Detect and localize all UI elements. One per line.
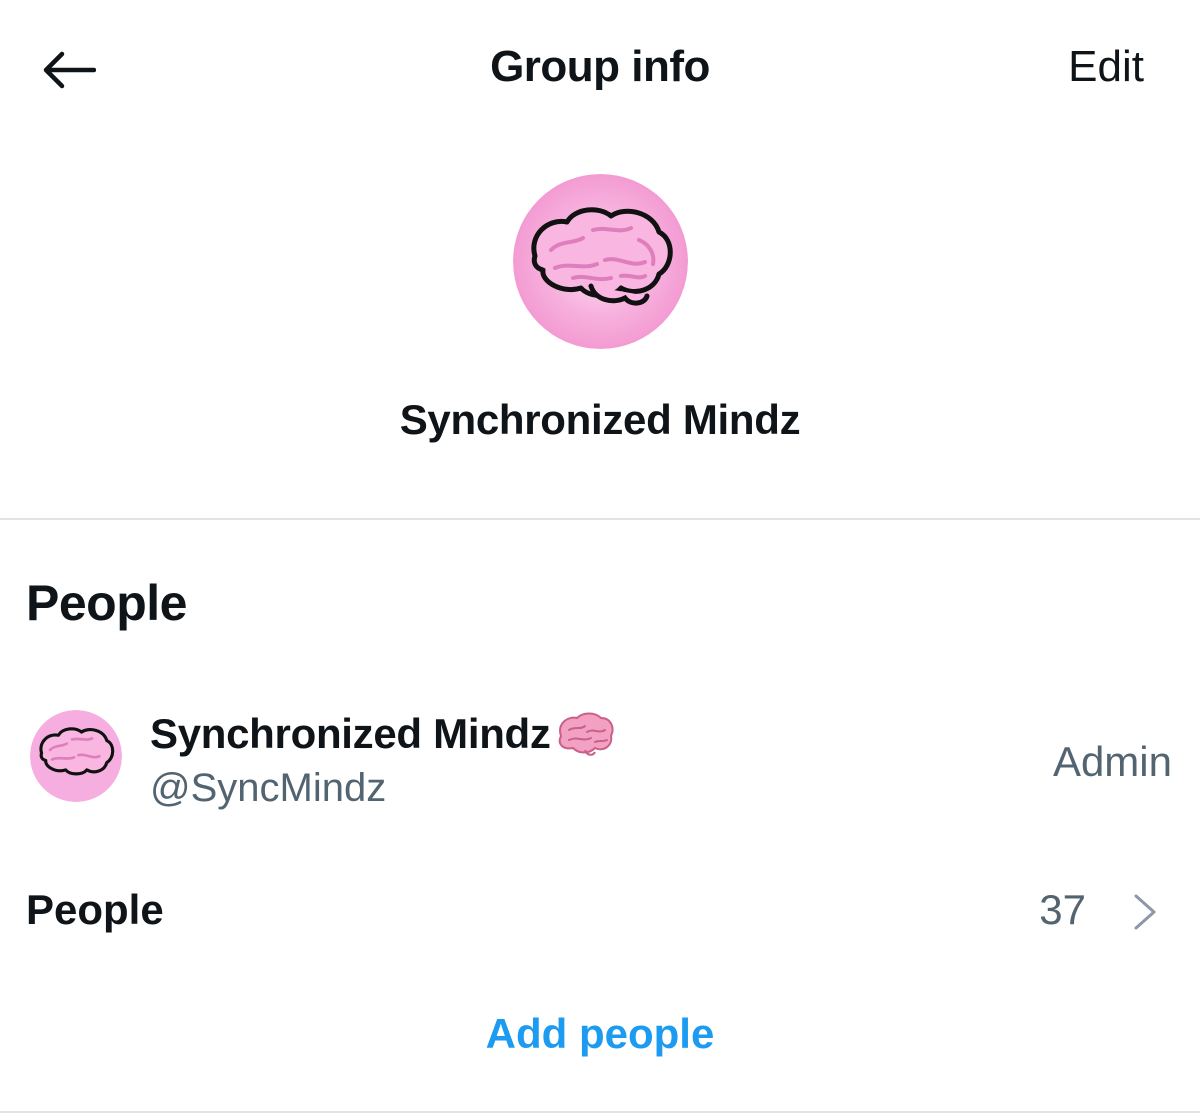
edit-button[interactable]: Edit — [1068, 42, 1144, 92]
bottom-divider — [0, 1111, 1200, 1113]
people-count: 37 — [1039, 886, 1086, 933]
top-bar: Group info Edit — [0, 0, 1200, 140]
member-row[interactable]: Synchronized Mindz @SyncMindz Admin — [0, 690, 1200, 820]
brain-logo-icon — [39, 727, 115, 776]
group-name: Synchronized Mindz — [399, 396, 801, 443]
group-avatar[interactable] — [513, 174, 688, 349]
member-display-name: Synchronized Mindz — [150, 710, 615, 758]
people-section-title: People — [26, 575, 187, 631]
people-list-row[interactable]: People 37 — [0, 870, 1200, 950]
avatar — [30, 710, 122, 802]
add-people-button[interactable]: Add people — [0, 1010, 1200, 1058]
member-handle: @SyncMindz — [150, 766, 387, 810]
brain-emoji-icon — [558, 712, 614, 756]
chevron-right-icon — [1134, 894, 1156, 930]
role-badge: Admin — [1052, 738, 1172, 785]
people-row-label: People — [26, 886, 164, 933]
section-divider — [0, 518, 1200, 520]
member-name-text: Synchronized Mindz — [150, 710, 551, 757]
page-title: Group info — [490, 42, 710, 91]
